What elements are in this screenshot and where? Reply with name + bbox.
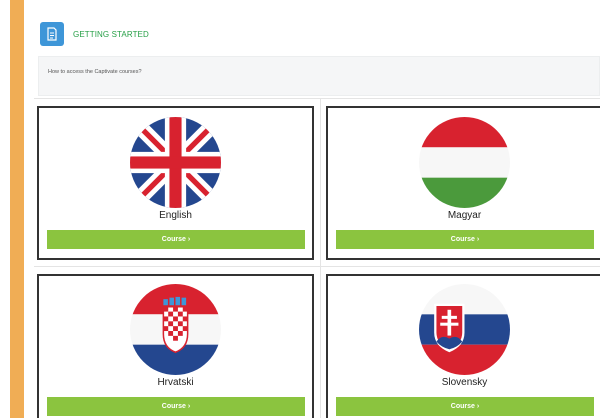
english-course-button[interactable]: Course ›	[47, 230, 305, 249]
button-label: Course	[450, 236, 475, 243]
magyar-course-button[interactable]: Course ›	[336, 230, 594, 249]
chevron-right-icon: ›	[476, 403, 480, 410]
button-label: Course	[161, 236, 186, 243]
slovensky-course-button[interactable]: Course ›	[336, 397, 594, 416]
course-card-english: English Course ›	[37, 106, 314, 260]
button-label: Course	[161, 403, 186, 410]
uk-flag-icon	[130, 117, 221, 208]
course-card-slovensky: Slovensky Course ›	[326, 274, 600, 418]
divider	[320, 98, 321, 418]
section-title: GETTING STARTED	[73, 30, 149, 39]
chevron-right-icon: ›	[187, 403, 191, 410]
chevron-right-icon: ›	[476, 236, 480, 243]
language-label: Slovensky	[441, 377, 488, 388]
button-label: Course	[450, 403, 475, 410]
slovakia-flag-icon	[419, 284, 510, 375]
question-text: How to access the Captivate courses?	[48, 69, 142, 75]
chevron-right-icon: ›	[187, 236, 191, 243]
side-accent-strip	[0, 0, 24, 418]
language-label: Magyar	[447, 210, 482, 221]
course-card-magyar: Magyar Course ›	[326, 106, 600, 260]
question-panel: How to access the Captivate courses?	[38, 56, 600, 96]
page-header: GETTING STARTED How to access the Captiv…	[34, 10, 600, 97]
accent-bar	[10, 0, 24, 418]
divider	[34, 98, 600, 99]
course-card-hrvatski: Hrvatski Course ›	[37, 274, 314, 418]
language-label: English	[159, 210, 192, 221]
language-label: Hrvatski	[157, 377, 194, 388]
hrvatski-course-button[interactable]: Course ›	[47, 397, 305, 416]
hungary-flag-icon	[419, 117, 510, 208]
document-icon	[40, 22, 64, 46]
divider	[34, 266, 600, 267]
croatia-flag-icon	[130, 284, 221, 375]
